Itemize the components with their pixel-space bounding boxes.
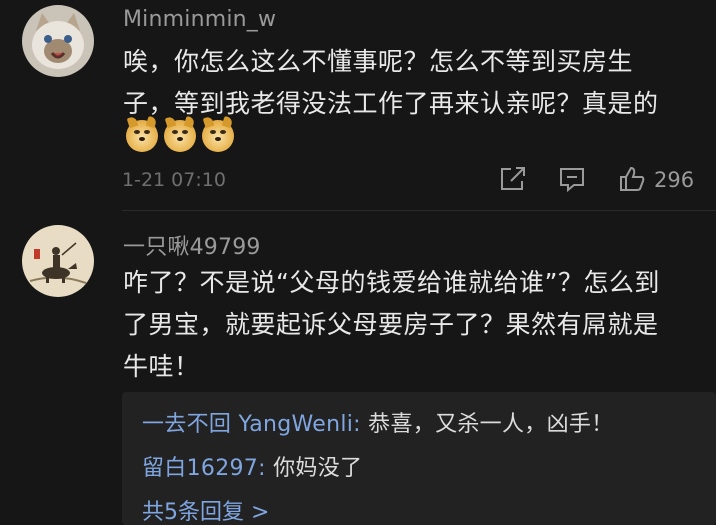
reply-author[interactable]: 一去不回 YangWenli: [142,412,361,437]
comment-text-line: 咋了？不是说“父母的钱爱给谁就给谁”？怎么到 [123,268,660,297]
reply-content: 你妈没了 [265,456,363,481]
comment-text: 咋了？不是说“父母的钱爱给谁就给谁”？怎么到 了男宝，就要起诉父母要房子了？果然… [123,262,713,388]
comment-username[interactable]: Minminmin_w [123,7,276,32]
avatar-cat[interactable] [22,5,94,77]
reply-item[interactable]: 一去不回 YangWenli: 恭喜，又杀一人，凶手！ [142,406,613,438]
comment-text-line: 唉，你怎么这么不懂事呢？怎么不等到买房生 [123,47,634,76]
divider [122,210,716,211]
doge-emoji [202,115,234,152]
reply-preview-box[interactable]: 一去不回 YangWenli: 恭喜，又杀一人，凶手！ 留白16297: 你妈没… [122,392,716,525]
comment-timestamp: 1-21 07:10 [122,169,226,191]
doge-emoji [126,115,158,152]
comment-icon[interactable] [558,166,586,196]
doge-emoji [164,115,196,152]
view-more-replies-link[interactable]: 共5条回复 > [142,494,269,525]
comment-text-line: 牛哇！ [123,352,200,381]
avatar-rider[interactable] [22,225,94,297]
like-count: 296 [654,168,695,192]
reply-item[interactable]: 留白16297: 你妈没了 [142,450,362,482]
reply-content: 恭喜，又杀一人，凶手！ [360,412,614,437]
comment-text-line: 了男宝，就要起诉父母要房子了？果然有屌就是 [123,310,659,339]
comment-text: 唉，你怎么这么不懂事呢？怎么不等到买房生 子，等到我老得没法工作了再来认亲呢？真… [123,41,703,125]
comment-feed: Minminmin_w 唉，你怎么这么不懂事呢？怎么不等到买房生 子，等到我老得… [0,0,716,525]
share-icon[interactable] [499,166,527,196]
like-icon[interactable] [618,165,646,197]
emoji-row [126,115,234,152]
comment-username[interactable]: 一只啾49799 [123,229,261,261]
reply-author[interactable]: 留白16297: [142,456,266,481]
